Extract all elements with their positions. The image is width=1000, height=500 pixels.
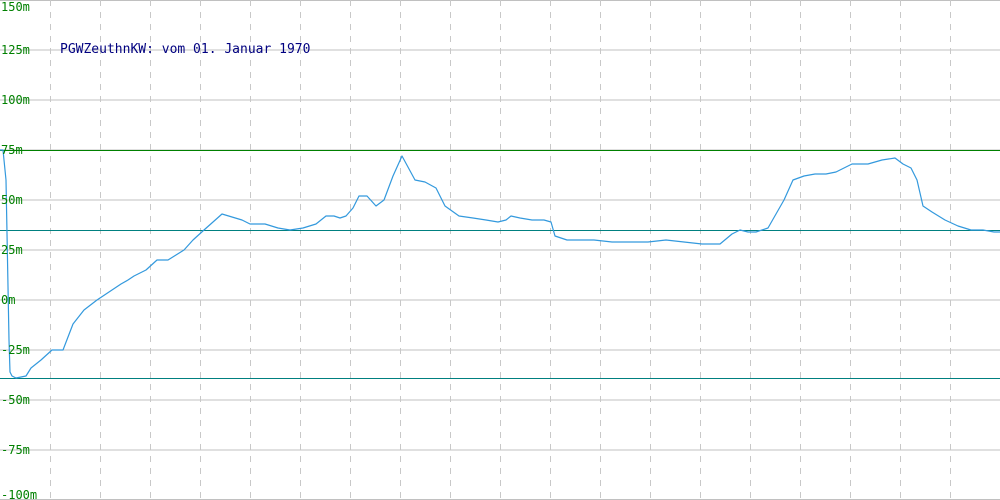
y-tick-label: -50m (1, 393, 30, 407)
y-tick-label: 125m (1, 43, 30, 57)
y-tick-label: 25m (1, 243, 23, 257)
y-tick-label: 75m (1, 143, 23, 157)
y-tick-label: -75m (1, 443, 30, 457)
chart-grid (0, 0, 1000, 500)
y-tick-label: -100m (1, 488, 37, 500)
y-tick-label: 0m (1, 293, 15, 307)
line-chart: 150m 125m 100m 75m 50m 25m 0m -25m -50m -75m -100m… (0, 0, 1000, 500)
y-tick-label: 50m (1, 193, 23, 207)
chart-title: PGWZeuthnKW: vom 01. Januar 1970 (60, 42, 310, 57)
y-tick-label: 100m (1, 93, 30, 107)
y-tick-label: 150m (1, 0, 30, 14)
y-tick-label: -25m (1, 343, 30, 357)
